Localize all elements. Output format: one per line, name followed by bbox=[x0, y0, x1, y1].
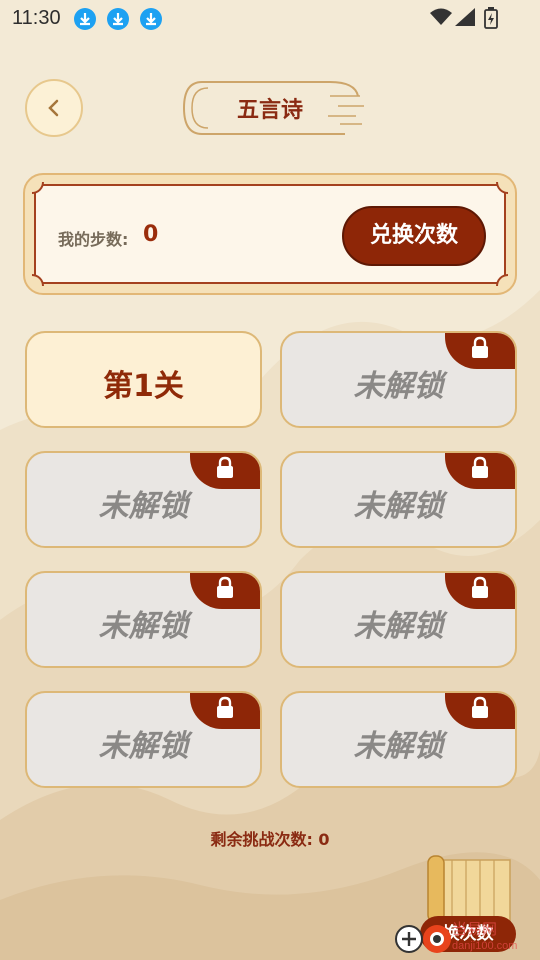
download-notification-icon bbox=[140, 8, 162, 30]
bamboo-scroll-icon bbox=[427, 855, 511, 922]
lock-icon bbox=[472, 456, 488, 478]
lock-icon bbox=[472, 336, 488, 358]
exchange-button[interactable]: 兑换次数 bbox=[342, 206, 486, 266]
status-time: 11:30 bbox=[12, 7, 61, 29]
level-card-locked[interactable]: 未解锁 bbox=[25, 691, 262, 788]
watermark-url: danji100.com bbox=[452, 940, 518, 952]
panel-corner bbox=[496, 182, 508, 194]
level-card-locked[interactable]: 未解锁 bbox=[280, 571, 517, 668]
remaining-challenges-label: 剩余挑战次数: 0 bbox=[210, 830, 330, 849]
wifi-icon bbox=[430, 8, 452, 25]
lock-icon bbox=[217, 456, 233, 478]
steps-panel: 我的步数: 0 兑换次数 bbox=[23, 173, 517, 295]
level-card-locked[interactable]: 未解锁 bbox=[280, 331, 517, 428]
lock-icon bbox=[217, 696, 233, 718]
watermark-logo-icon bbox=[395, 925, 451, 953]
level-label: 第1关 bbox=[103, 369, 184, 404]
lock-icon bbox=[472, 696, 488, 718]
signal-icon bbox=[455, 8, 475, 26]
level-card-locked[interactable]: 未解锁 bbox=[25, 451, 262, 548]
level-card-locked[interactable]: 未解锁 bbox=[25, 571, 262, 668]
steps-value: 0 bbox=[143, 222, 159, 247]
page-title: 五言诗 bbox=[236, 98, 303, 123]
watermark-text: 当易网 bbox=[452, 921, 498, 938]
status-bar: 11:30 bbox=[0, 0, 540, 38]
back-button[interactable] bbox=[25, 79, 83, 137]
lock-icon bbox=[472, 576, 488, 598]
level-card[interactable]: 第1关 bbox=[25, 331, 262, 428]
level-card-locked[interactable]: 未解锁 bbox=[280, 691, 517, 788]
lock-icon bbox=[217, 576, 233, 598]
steps-label: 我的步数: bbox=[58, 230, 129, 249]
battery-charging-icon bbox=[484, 7, 498, 29]
panel-corner bbox=[496, 274, 508, 286]
download-notification-icon bbox=[74, 8, 96, 30]
panel-corner bbox=[32, 182, 44, 194]
chevron-left-icon bbox=[48, 99, 59, 117]
panel-corner bbox=[32, 274, 44, 286]
level-card-locked[interactable]: 未解锁 bbox=[280, 451, 517, 548]
steps-panel-inner: 我的步数: 0 兑换次数 bbox=[32, 182, 508, 286]
download-notification-icon bbox=[107, 8, 129, 30]
